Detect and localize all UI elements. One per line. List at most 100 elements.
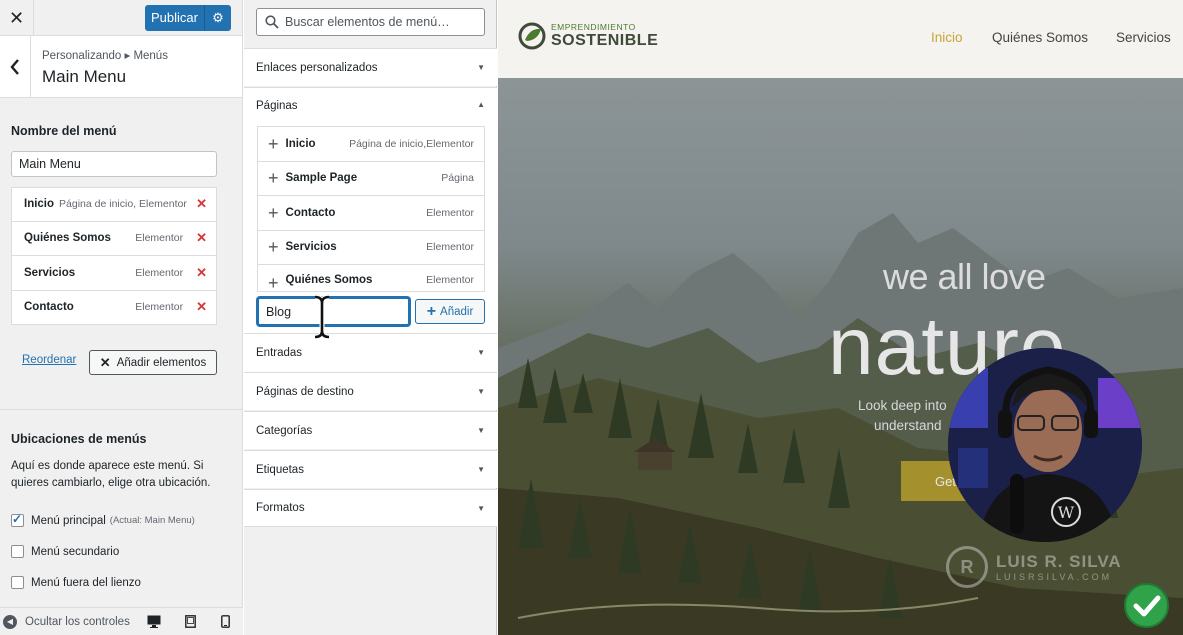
menu-item-type: Elementor — [135, 266, 184, 279]
new-page-title-input[interactable] — [257, 297, 410, 326]
back-button[interactable] — [0, 36, 31, 98]
presenter-image: W — [948, 348, 1142, 542]
mobile-icon[interactable] — [218, 614, 232, 628]
page-type: Elementor — [426, 241, 474, 254]
pages-list: + Inicio Página de inicio,Elementor + Sa… — [257, 126, 485, 292]
accordion-categories[interactable]: Categorías ▼ — [244, 411, 497, 449]
accordion-landing-pages[interactable]: Páginas de destino ▼ — [244, 372, 497, 410]
accordion-label: Enlaces personalizados — [256, 61, 378, 74]
checkbox[interactable] — [11, 512, 24, 527]
checkbox[interactable] — [11, 545, 24, 558]
caret-down-icon: ▼ — [477, 387, 485, 396]
accordion-tags[interactable]: Etiquetas ▼ — [244, 450, 497, 488]
gear-icon[interactable]: ⚙ — [205, 10, 231, 26]
hero-subtitle-line-1: Look deep into — [858, 398, 947, 413]
page-type: Elementor — [426, 206, 474, 219]
add-menu-items-panel: Enlaces personalizados ▼ Páginas ▲ + Ini… — [244, 0, 497, 635]
publish-label[interactable]: Publicar — [145, 5, 205, 31]
checkbox[interactable] — [11, 576, 24, 589]
caret-up-icon: ▲ — [477, 100, 485, 109]
plus-icon: + — [268, 273, 279, 291]
hero-kicker: we all love — [883, 256, 1046, 297]
hide-controls-button[interactable]: ◀ Ocultar los controles — [3, 614, 130, 629]
accordion-label: Etiquetas — [256, 463, 304, 476]
customizer-footer: ◀ Ocultar los controles — [0, 607, 243, 635]
add-items-label: Añadir elementos — [116, 356, 207, 369]
page-title: Contacto — [285, 206, 336, 219]
publish-button[interactable]: Publicar ⚙ — [145, 5, 231, 31]
menu-item-title: Inicio — [24, 198, 55, 211]
watermark: R LUIS R. SILVA LUISRSILVA.COM — [946, 546, 1122, 588]
accordion-formats[interactable]: Formatos ▼ — [244, 489, 497, 527]
plus-icon: + — [268, 168, 279, 189]
page-type: Página de inicio,Elementor — [349, 137, 474, 150]
page-title: Inicio — [285, 137, 316, 150]
nav-quienes-somos[interactable]: Quiénes Somos — [992, 30, 1088, 45]
accordion-posts[interactable]: Entradas ▼ — [244, 333, 497, 371]
site-preview[interactable]: EMPRENDIMIENTO SOSTENIBLE Inicio Quiénes… — [498, 0, 1183, 635]
add-items-button[interactable]: ✕ Añadir elementos — [89, 350, 217, 375]
add-page-label: Añadir — [440, 305, 474, 318]
breadcrumb: Personalizando ▸ Menús — [42, 50, 168, 62]
chevron-left-icon — [10, 59, 19, 75]
search-box[interactable] — [256, 8, 485, 36]
accordion-label: Categorías — [256, 424, 313, 437]
add-page-button[interactable]: + Añadir — [415, 299, 485, 324]
caret-down-icon: ▼ — [477, 503, 485, 513]
location-option[interactable]: Menú secundario — [11, 545, 119, 558]
desktop-icon[interactable] — [147, 614, 161, 628]
section-header: Personalizando ▸ Menús Main Menu — [0, 36, 242, 98]
svg-text:W: W — [1058, 503, 1075, 522]
location-note: (Actual: Main Menu) — [109, 515, 195, 526]
locations-description: Aquí es donde aparece este menú. Si quie… — [11, 460, 211, 489]
caret-down-icon: ▼ — [477, 348, 485, 357]
menu-item-type: Elementor — [135, 232, 184, 245]
page-type: Página — [441, 172, 474, 185]
watermark-name: LUIS R. SILVA — [996, 552, 1122, 571]
plus-icon: + — [426, 302, 437, 320]
location-option[interactable]: Menú principal (Actual: Main Menu) — [11, 512, 195, 527]
accordion-label: Páginas de destino — [256, 385, 354, 398]
menu-item-title: Servicios — [24, 266, 76, 279]
customizer-topbar: ✕ Publicar ⚙ — [0, 0, 242, 36]
menu-item[interactable]: Servicios Elementor ✕ — [11, 256, 217, 291]
search-input[interactable] — [285, 15, 475, 29]
menu-item[interactable]: Quiénes Somos Elementor ✕ — [11, 221, 217, 256]
location-option[interactable]: Menú fuera del lienzo — [11, 576, 141, 589]
page-row[interactable]: + Servicios Elementor — [258, 231, 484, 265]
checkmark-icon — [1124, 583, 1169, 628]
site-logo[interactable]: EMPRENDIMIENTO SOSTENIBLE — [516, 20, 658, 52]
leaf-logo-icon — [518, 22, 546, 50]
menu-item[interactable]: Inicio Página de inicio, Elementor ✕ — [11, 187, 217, 222]
divider — [0, 409, 243, 410]
menu-items-list: Inicio Página de inicio, Elementor ✕ Qui… — [11, 187, 217, 325]
page-row[interactable]: + Sample Page Página — [258, 162, 484, 196]
remove-icon[interactable]: ✕ — [196, 230, 207, 246]
caret-down-icon: ▼ — [477, 63, 485, 72]
reorder-link[interactable]: Reordenar — [22, 354, 76, 366]
logo-line-1: EMPRENDIMIENTO — [551, 22, 636, 32]
accordion-custom-links[interactable]: Enlaces personalizados ▼ — [244, 48, 497, 86]
location-label: Menú principal — [31, 514, 106, 527]
accordion-label: Entradas — [256, 346, 303, 359]
nav-servicios[interactable]: Servicios — [1116, 30, 1171, 45]
menu-item[interactable]: Contacto Elementor ✕ — [11, 290, 217, 325]
menu-name-label: Nombre del menú — [11, 124, 117, 138]
page-row[interactable]: + Inicio Página de inicio,Elementor — [258, 127, 484, 162]
remove-icon[interactable]: ✕ — [196, 196, 207, 212]
page-row[interactable]: + Quiénes Somos Elementor — [258, 265, 484, 291]
watermark-logo-icon: R — [946, 546, 988, 588]
watermark-site: LUISRSILVA.COM — [996, 572, 1113, 582]
location-label: Menú secundario — [31, 545, 120, 558]
customizer-panel: ✕ Publicar ⚙ Personalizando ▸ Menús Main… — [0, 0, 243, 635]
menu-item-title: Quiénes Somos — [24, 232, 111, 245]
menu-name-input[interactable] — [11, 151, 217, 177]
caret-down-icon: ▼ — [477, 465, 485, 474]
page-title: Servicios — [285, 241, 337, 254]
tablet-icon[interactable] — [183, 614, 197, 628]
nav-inicio[interactable]: Inicio — [931, 30, 963, 45]
remove-icon[interactable]: ✕ — [196, 299, 207, 315]
page-row[interactable]: + Contacto Elementor — [258, 196, 484, 231]
remove-icon[interactable]: ✕ — [196, 265, 207, 281]
close-customizer-button[interactable]: ✕ — [0, 0, 34, 36]
